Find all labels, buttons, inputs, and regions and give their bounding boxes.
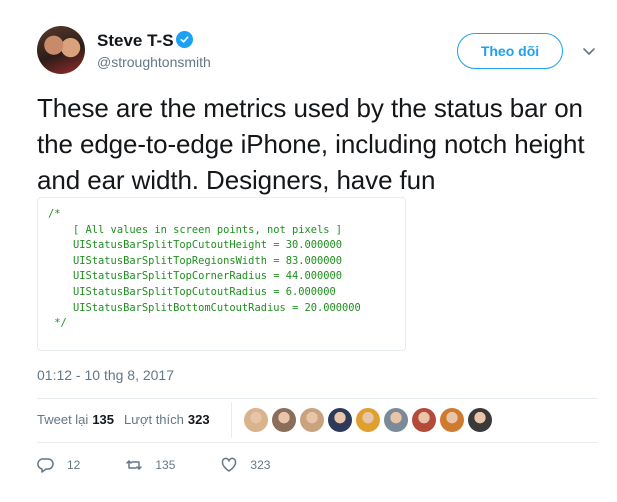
chevron-down-icon[interactable] — [580, 42, 598, 60]
retweet-button[interactable]: 135 — [125, 456, 175, 474]
code-line: UIStatusBarSplitTopRegionsWidth = 83.000… — [48, 254, 343, 267]
retweet-stat-label: Tweet lại — [37, 412, 89, 427]
liker-avatar[interactable] — [440, 408, 464, 432]
code-line: /* — [48, 208, 61, 220]
liker-avatar[interactable] — [300, 408, 324, 432]
code-line: UIStatusBarSplitTopCornerRadius = 44.000… — [48, 270, 343, 283]
liker-avatar[interactable] — [244, 408, 268, 432]
divider — [37, 398, 597, 399]
code-line: [ All values in screen points, not pixel… — [48, 223, 343, 236]
retweet-icon — [126, 460, 143, 470]
like-stat-label: Lượt thích — [124, 412, 184, 427]
tweet: Steve T-S @stroughtonsmith Theo dõi Thes… — [0, 0, 617, 502]
like-stat[interactable]: Lượt thích 323 — [124, 412, 210, 427]
author-name[interactable]: Steve T-S — [97, 31, 174, 51]
retweet-action-count: 135 — [155, 458, 176, 472]
divider — [231, 402, 232, 438]
code-line: UIStatusBarSplitTopCutoutHeight = 30.000… — [48, 239, 343, 252]
liker-avatars — [244, 408, 496, 432]
liker-avatar[interactable] — [328, 408, 352, 432]
like-count: 323 — [187, 412, 210, 427]
tweet-timestamp[interactable]: 01:12 - 10 thg 8, 2017 — [37, 367, 174, 383]
author-avatar[interactable] — [37, 26, 85, 74]
reply-icon — [37, 458, 54, 473]
code-line: */ — [48, 317, 67, 330]
tweet-actions: 12 135 323 — [37, 456, 315, 474]
like-button[interactable]: 323 — [220, 456, 270, 474]
liker-avatar[interactable] — [468, 408, 492, 432]
retweet-count: 135 — [92, 412, 115, 427]
liker-avatar[interactable] — [412, 408, 436, 432]
retweet-stat[interactable]: Tweet lại 135 — [37, 412, 114, 427]
like-action-count: 323 — [250, 458, 271, 472]
reply-count: 12 — [67, 458, 81, 472]
divider — [37, 442, 597, 443]
verified-badge-icon — [176, 31, 193, 48]
follow-button[interactable]: Theo dõi — [457, 33, 563, 69]
code-line: UIStatusBarSplitBottomCutoutRadius = 20.… — [48, 301, 361, 314]
code-line: UIStatusBarSplitTopCutoutRadius = 6.0000… — [48, 285, 336, 298]
author-handle[interactable]: @stroughtonsmith — [97, 54, 211, 70]
liker-avatar[interactable] — [384, 408, 408, 432]
heart-icon — [222, 457, 237, 472]
liker-avatar[interactable] — [356, 408, 380, 432]
tweet-stats: Tweet lại 135 Lượt thích 323 — [37, 412, 220, 427]
tweet-text: These are the metrics used by the status… — [37, 93, 585, 195]
tweet-image[interactable]: /* [ All values in screen points, not pi… — [37, 197, 406, 351]
reply-button[interactable]: 12 — [37, 456, 80, 474]
liker-avatar[interactable] — [272, 408, 296, 432]
